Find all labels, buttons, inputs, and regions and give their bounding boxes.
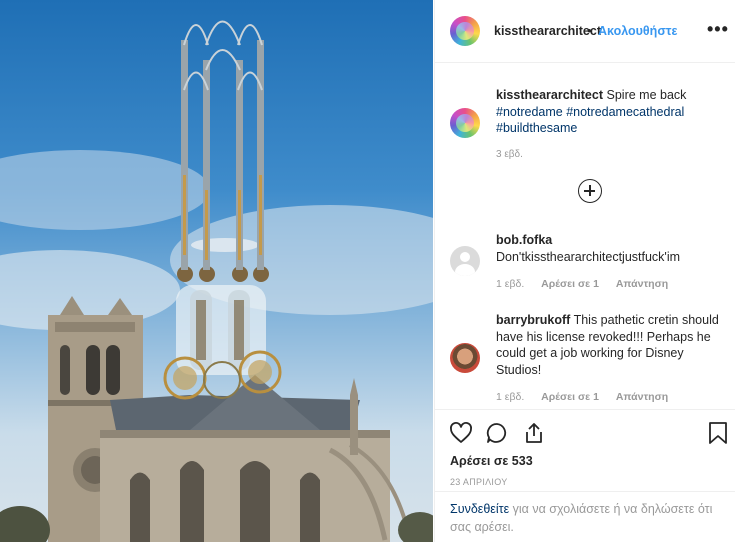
- comment-meta: 1 εβδ. Αρέσει σε 1 Απάντηση: [496, 278, 682, 290]
- reply-button[interactable]: Απάντηση: [616, 391, 668, 403]
- caption: kisstheararchitect Spire me back #notred…: [496, 87, 724, 137]
- hashtag-link[interactable]: #notredame: [496, 105, 563, 119]
- login-link[interactable]: Συνδεθείτε: [450, 502, 509, 516]
- likes-count[interactable]: Αρέσει σε 533: [450, 454, 533, 468]
- plus-circle-icon[interactable]: [578, 179, 602, 203]
- cathedral-illustration: [0, 20, 433, 542]
- hashtag-link[interactable]: #notredamecathedral: [566, 105, 684, 119]
- caption-avatar[interactable]: [450, 108, 480, 138]
- heart-icon[interactable]: [449, 421, 473, 445]
- post-date[interactable]: 23 ΑΠΡΙΛΙΟΥ: [450, 477, 508, 487]
- comment-likes[interactable]: Αρέσει σε 1: [541, 278, 599, 290]
- comment-text: Don'tkisstheararchitectjustfuck'im: [496, 249, 681, 264]
- login-prompt-text: Συνδεθείτε για να σχολιάσετε ή να δηλώσε…: [450, 501, 730, 536]
- post-image[interactable]: [0, 0, 433, 542]
- comment-timestamp[interactable]: 1 εβδ.: [496, 278, 524, 290]
- separator-dot: •: [587, 23, 592, 38]
- comments-list[interactable]: kisstheararchitect Spire me back #notred…: [435, 64, 735, 409]
- follow-button[interactable]: Ακολουθήστε: [598, 24, 677, 38]
- caption-timestamp[interactable]: 3 εβδ.: [496, 149, 523, 160]
- post-actions: Αρέσει σε 533 23 ΑΠΡΙΛΙΟΥ: [435, 409, 735, 491]
- login-prompt: Συνδεθείτε για να σχολιάσετε ή να δηλώσε…: [435, 491, 735, 542]
- comment-icon[interactable]: [485, 421, 509, 445]
- comment-item: barrybrukoff This pathetic cretin should…: [496, 312, 726, 378]
- profile-avatar[interactable]: [450, 16, 480, 46]
- comment-likes[interactable]: Αρέσει σε 1: [541, 391, 599, 403]
- post-side-panel: kisstheararchitect • Ακολουθήστε ••• kis…: [434, 0, 735, 542]
- comment-username[interactable]: barrybrukoff: [496, 313, 570, 327]
- comment-avatar[interactable]: [450, 343, 480, 373]
- comment-username[interactable]: bob.fofka: [496, 232, 726, 249]
- comment-avatar[interactable]: [450, 246, 480, 276]
- reply-button[interactable]: Απάντηση: [616, 278, 668, 290]
- comment-item: bob.fofka Don'tkisstheararchitectjustfuc…: [496, 232, 726, 265]
- share-icon[interactable]: [522, 421, 546, 445]
- hashtag-link[interactable]: #buildthesame: [496, 121, 577, 135]
- comment-meta: 1 εβδ. Αρέσει σε 1 Απάντηση: [496, 391, 682, 403]
- caption-username[interactable]: kisstheararchitect: [496, 88, 603, 102]
- post-header: kisstheararchitect • Ακολουθήστε •••: [435, 0, 735, 63]
- comment-timestamp[interactable]: 1 εβδ.: [496, 391, 524, 403]
- bookmark-icon[interactable]: [707, 421, 729, 445]
- more-dots-icon[interactable]: •••: [707, 19, 729, 40]
- caption-text: Spire me back: [606, 88, 687, 102]
- header-username[interactable]: kisstheararchitect: [494, 24, 601, 38]
